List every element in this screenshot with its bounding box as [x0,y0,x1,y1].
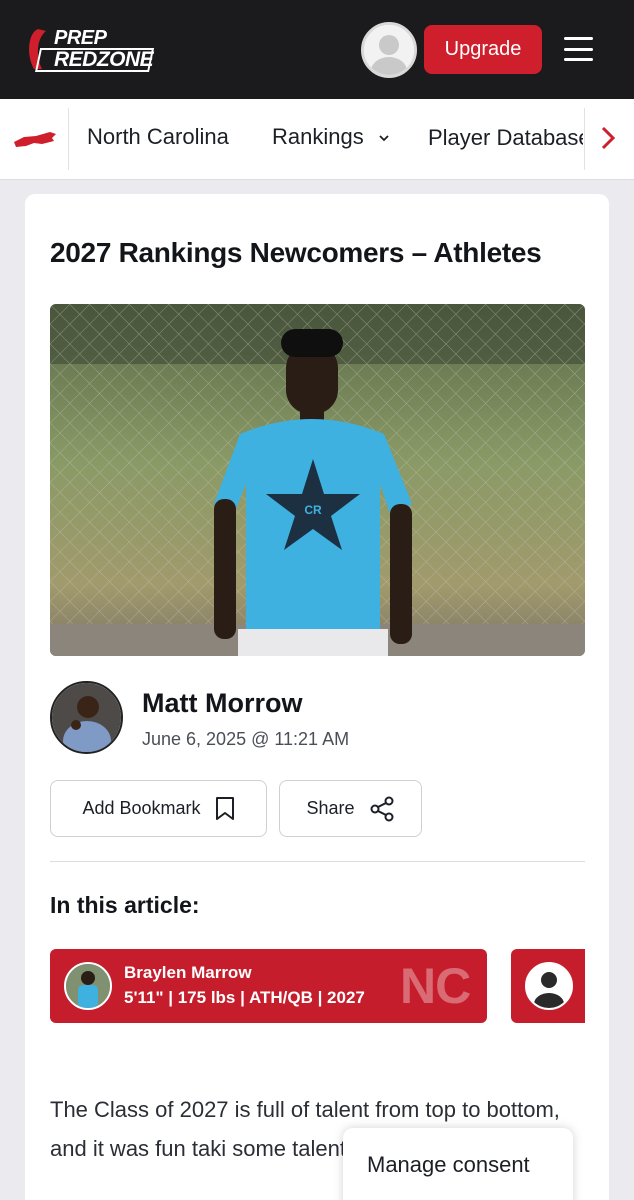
share-icon [370,796,394,821]
player-card-next[interactable] [511,949,585,1023]
bookmark-icon [215,797,234,820]
manage-consent-label: Manage consent [367,1152,530,1177]
article-hero-image: CR [50,304,585,656]
player-meta: 5'11" | 175 lbs | ATH/QB | 2027 [124,988,365,1007]
athlete-photo: CR [50,304,585,656]
chevron-right-icon[interactable] [598,124,618,152]
bookmark-label: Add Bookmark [82,798,201,818]
logo-line-1: PREP [54,27,107,49]
upgrade-button[interactable]: Upgrade [424,25,542,74]
player-name: Braylen Marrow [124,963,252,982]
user-avatar[interactable] [361,22,417,78]
player-card[interactable]: Braylen Marrow 5'11" | 175 lbs | ATH/QB … [50,949,487,1023]
user-silhouette-icon [527,964,571,1008]
divider [50,861,585,862]
add-bookmark-button[interactable]: Add Bookmark [50,780,267,837]
nav-item-rankings[interactable]: Rankings [272,124,390,150]
user-placeholder-icon [364,25,414,75]
player-state-badge: NC [400,958,471,1014]
share-button[interactable]: Share [279,780,422,837]
logo-text: PREP REDZONE [54,27,154,71]
manage-consent-button[interactable]: Manage consent [343,1128,573,1200]
author-avatar[interactable] [50,681,123,754]
north-carolina-state-icon[interactable] [12,128,57,150]
player-avatar [64,962,112,1010]
top-header: PREP REDZONE Upgrade [0,0,634,99]
publish-date: June 6, 2025 @ 11:21 AM [142,729,350,749]
prep-redzone-logo[interactable]: PREP REDZONE [24,25,162,75]
nav-item-player-database[interactable]: Player Database [428,120,583,156]
player-avatar-placeholder [525,962,573,1010]
nav-divider [68,108,69,170]
player-photo [66,964,110,1008]
author-photo [52,683,121,752]
menu-icon[interactable] [564,37,593,61]
article-title: 2027 Rankings Newcomers – Athletes [50,237,542,268]
nav-rankings-label: Rankings [272,124,364,149]
in-article-heading: In this article: [50,892,200,918]
author-name[interactable]: Matt Morrow [142,688,302,719]
logo-line-2: REDZONE [54,48,154,71]
shirt-logo-text: CR [304,503,322,517]
nav-divider [584,108,585,170]
share-label: Share [306,798,355,818]
chevron-down-icon [379,135,389,142]
nav-player-database-label: Player Database [428,125,583,150]
nav-item-north-carolina[interactable]: North Carolina [87,124,229,150]
